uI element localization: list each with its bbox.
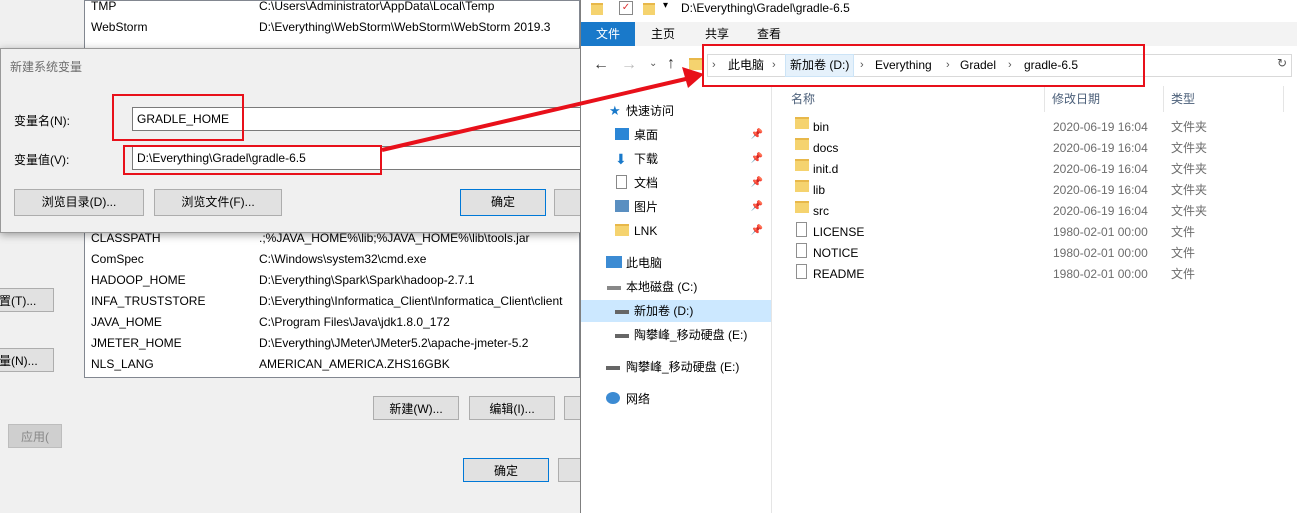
annotation-arrow <box>381 67 704 152</box>
